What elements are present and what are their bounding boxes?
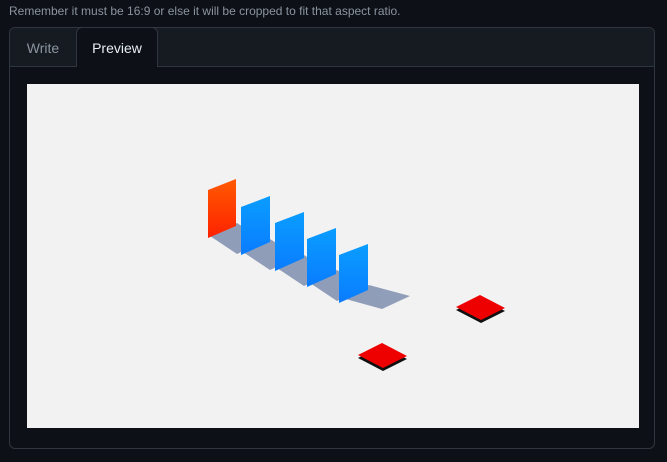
editor-panel: Write Preview (9, 27, 655, 449)
tab-write[interactable]: Write (10, 28, 76, 67)
tab-bar: Write Preview (10, 28, 654, 67)
red-tile (358, 343, 407, 368)
hint-text: Remember it must be 16:9 or else it will… (9, 4, 401, 18)
scene-illustration (208, 179, 505, 371)
tab-preview[interactable]: Preview (76, 28, 158, 67)
red-tile (456, 295, 505, 320)
preview-canvas (27, 84, 639, 428)
